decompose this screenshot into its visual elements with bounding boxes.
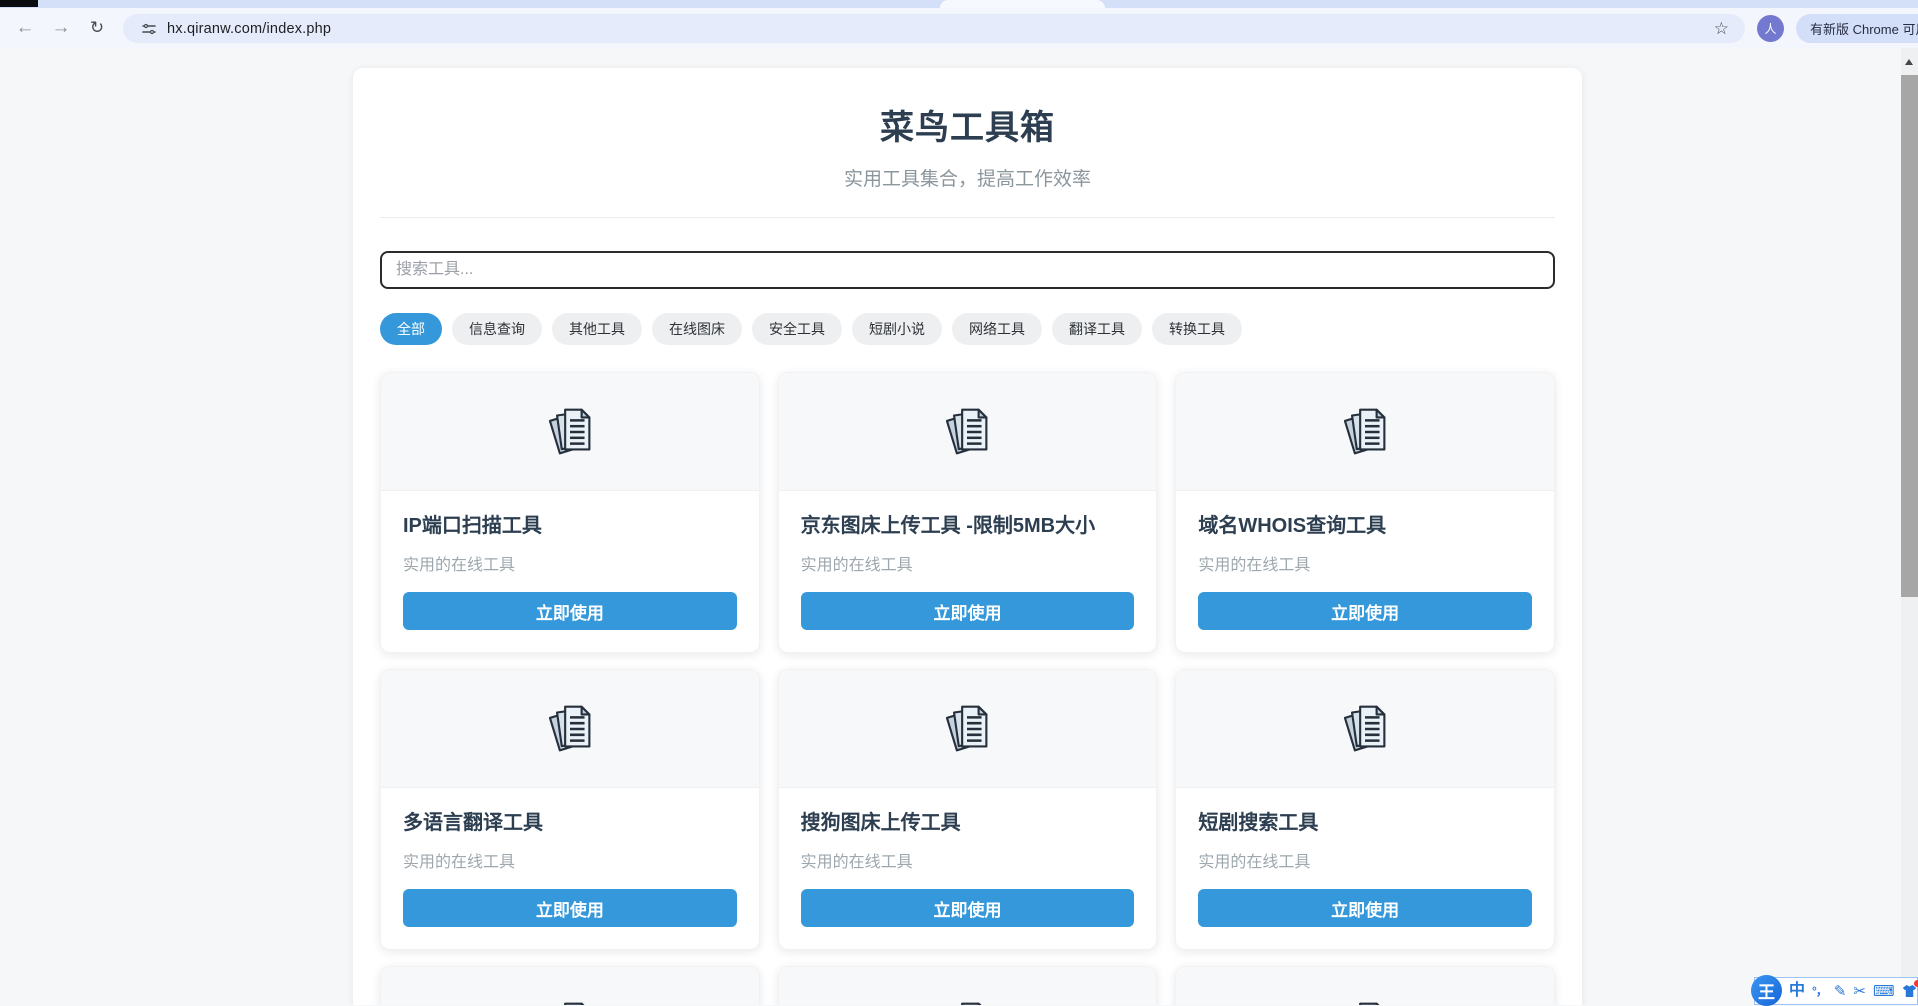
card-icon-area bbox=[779, 967, 1157, 1005]
card-description: 实用的在线工具 bbox=[403, 848, 737, 872]
ime-clipboard-scissors-icon[interactable]: ✂ bbox=[1853, 984, 1866, 999]
filter-chip-7[interactable]: 翻译工具 bbox=[1052, 313, 1142, 345]
documents-icon bbox=[539, 698, 601, 760]
window-corner bbox=[0, 0, 38, 7]
content-panel: 菜鸟工具箱 实用工具集合，提高工作效率 全部信息查询其他工具在线图床安全工具短剧… bbox=[353, 68, 1582, 1005]
card-description: 实用的在线工具 bbox=[1198, 551, 1532, 575]
ime-logo-icon[interactable]: 王 bbox=[1751, 975, 1782, 1006]
page-viewport: 菜鸟工具箱 实用工具集合，提高工作效率 全部信息查询其他工具在线图床安全工具短剧… bbox=[0, 48, 1918, 1005]
url-text[interactable]: hx.qiranw.com/index.php bbox=[167, 21, 1714, 37]
ime-skin-icon[interactable] bbox=[1902, 984, 1917, 998]
card-description: 实用的在线工具 bbox=[1198, 848, 1532, 872]
documents-icon bbox=[1334, 401, 1396, 463]
card-description: 实用的在线工具 bbox=[801, 848, 1135, 872]
category-filter-bar: 全部信息查询其他工具在线图床安全工具短剧小说网络工具翻译工具转换工具 bbox=[380, 313, 1555, 345]
use-now-button[interactable]: 立即使用 bbox=[1198, 889, 1532, 927]
tool-card: 京东图床上传工具 -限制5MB大小 实用的在线工具 立即使用 bbox=[778, 372, 1158, 653]
browser-toolbar: ← → ↻ hx.qiranw.com/index.php ☆ 人 有新版 Ch… bbox=[0, 8, 1918, 48]
documents-icon bbox=[936, 698, 998, 760]
filter-chip-1[interactable]: 信息查询 bbox=[452, 313, 542, 345]
tool-card: 多语言翻译工具 实用的在线工具 立即使用 bbox=[380, 669, 760, 950]
card-body: 京东图床上传工具 -限制5MB大小 实用的在线工具 立即使用 bbox=[779, 491, 1157, 652]
ime-handwriting-pen-icon[interactable]: ✎ bbox=[1834, 984, 1847, 999]
card-title: IP端口扫描工具 bbox=[403, 509, 737, 538]
site-info-icon[interactable] bbox=[141, 21, 157, 37]
use-now-button[interactable]: 立即使用 bbox=[1198, 592, 1532, 630]
filter-chip-6[interactable]: 网络工具 bbox=[952, 313, 1042, 345]
tool-card: 短剧搜索工具 实用的在线工具 立即使用 bbox=[1175, 669, 1555, 950]
profile-avatar[interactable]: 人 bbox=[1757, 15, 1784, 42]
forward-button[interactable]: → bbox=[48, 15, 74, 41]
card-icon-area bbox=[381, 373, 759, 491]
card-title: 短剧搜索工具 bbox=[1198, 806, 1532, 835]
card-icon-area bbox=[1176, 967, 1554, 1005]
documents-icon bbox=[936, 401, 998, 463]
filter-chip-4[interactable]: 安全工具 bbox=[752, 313, 842, 345]
card-icon-area bbox=[1176, 670, 1554, 788]
tool-card: IP端口扫描工具 实用的在线工具 立即使用 bbox=[380, 372, 760, 653]
use-now-button[interactable]: 立即使用 bbox=[801, 592, 1135, 630]
scrollbar[interactable] bbox=[1901, 48, 1918, 1005]
card-icon-area bbox=[1176, 373, 1554, 491]
card-body: 域名WHOIS查询工具 实用的在线工具 立即使用 bbox=[1176, 491, 1554, 652]
divider bbox=[380, 217, 1555, 218]
tool-card: 立即使用 bbox=[380, 966, 760, 1005]
card-body: 搜狗图床上传工具 实用的在线工具 立即使用 bbox=[779, 788, 1157, 949]
filter-chip-2[interactable]: 其他工具 bbox=[552, 313, 642, 345]
address-bar[interactable]: hx.qiranw.com/index.php ☆ bbox=[123, 14, 1745, 43]
scrollbar-up-arrow[interactable] bbox=[1905, 59, 1913, 65]
search-input[interactable] bbox=[380, 251, 1555, 289]
ime-toolbar: 王 中 °， ✎ ✂ ⌨ ⚙ bbox=[1754, 977, 1918, 1005]
card-title: 域名WHOIS查询工具 bbox=[1198, 509, 1532, 538]
back-button[interactable]: ← bbox=[12, 15, 38, 41]
filter-chip-5[interactable]: 短剧小说 bbox=[852, 313, 942, 345]
back-icon: ← bbox=[16, 17, 35, 39]
card-description: 实用的在线工具 bbox=[801, 551, 1135, 575]
tab-strip bbox=[0, 0, 1918, 8]
use-now-button[interactable]: 立即使用 bbox=[801, 889, 1135, 927]
ime-keyboard-icon[interactable]: ⌨ bbox=[1873, 984, 1895, 999]
ime-punctuation-icon[interactable]: °， bbox=[1812, 985, 1827, 997]
ime-notification-dot bbox=[1914, 980, 1918, 987]
filter-chip-3[interactable]: 在线图床 bbox=[652, 313, 742, 345]
card-body: IP端口扫描工具 实用的在线工具 立即使用 bbox=[381, 491, 759, 652]
tool-card: 立即使用 bbox=[778, 966, 1158, 1005]
documents-icon bbox=[1334, 698, 1396, 760]
documents-icon bbox=[539, 401, 601, 463]
card-icon-area bbox=[381, 670, 759, 788]
card-icon-area bbox=[381, 967, 759, 1005]
reload-icon: ↻ bbox=[90, 18, 104, 38]
card-description: 实用的在线工具 bbox=[403, 551, 737, 575]
reload-button[interactable]: ↻ bbox=[84, 15, 110, 41]
tool-card: 域名WHOIS查询工具 实用的在线工具 立即使用 bbox=[1175, 372, 1555, 653]
filter-chip-8[interactable]: 转换工具 bbox=[1152, 313, 1242, 345]
use-now-button[interactable]: 立即使用 bbox=[403, 889, 737, 927]
scrollbar-thumb[interactable] bbox=[1901, 75, 1918, 597]
active-tab[interactable] bbox=[940, 0, 1105, 8]
bookmark-star-icon[interactable]: ☆ bbox=[1714, 19, 1729, 39]
filter-chip-0[interactable]: 全部 bbox=[380, 313, 442, 345]
avatar-glyph: 人 bbox=[1764, 20, 1776, 37]
card-body: 短剧搜索工具 实用的在线工具 立即使用 bbox=[1176, 788, 1554, 949]
tools-grid: IP端口扫描工具 实用的在线工具 立即使用 bbox=[380, 372, 1555, 1005]
use-now-button[interactable]: 立即使用 bbox=[403, 592, 737, 630]
card-title: 京东图床上传工具 -限制5MB大小 bbox=[801, 509, 1135, 538]
page-subtitle: 实用工具集合，提高工作效率 bbox=[380, 164, 1555, 191]
chrome-update-label: 有新版 Chrome 可用 bbox=[1810, 19, 1918, 38]
card-icon-area bbox=[779, 373, 1157, 491]
tool-card: 搜狗图床上传工具 实用的在线工具 立即使用 bbox=[778, 669, 1158, 950]
chrome-update-button[interactable]: 有新版 Chrome 可用 ⋮ bbox=[1796, 14, 1918, 43]
card-title: 多语言翻译工具 bbox=[403, 806, 737, 835]
page-title: 菜鸟工具箱 bbox=[380, 100, 1555, 149]
documents-icon bbox=[936, 995, 998, 1006]
tool-card: 立即使用 bbox=[1175, 966, 1555, 1005]
card-icon-area bbox=[779, 670, 1157, 788]
card-body: 多语言翻译工具 实用的在线工具 立即使用 bbox=[381, 788, 759, 949]
card-title: 搜狗图床上传工具 bbox=[801, 806, 1135, 835]
forward-icon: → bbox=[52, 17, 71, 39]
ime-language-mode-icon[interactable]: 中 bbox=[1789, 983, 1805, 999]
documents-icon bbox=[1334, 995, 1396, 1006]
documents-icon bbox=[539, 995, 601, 1006]
